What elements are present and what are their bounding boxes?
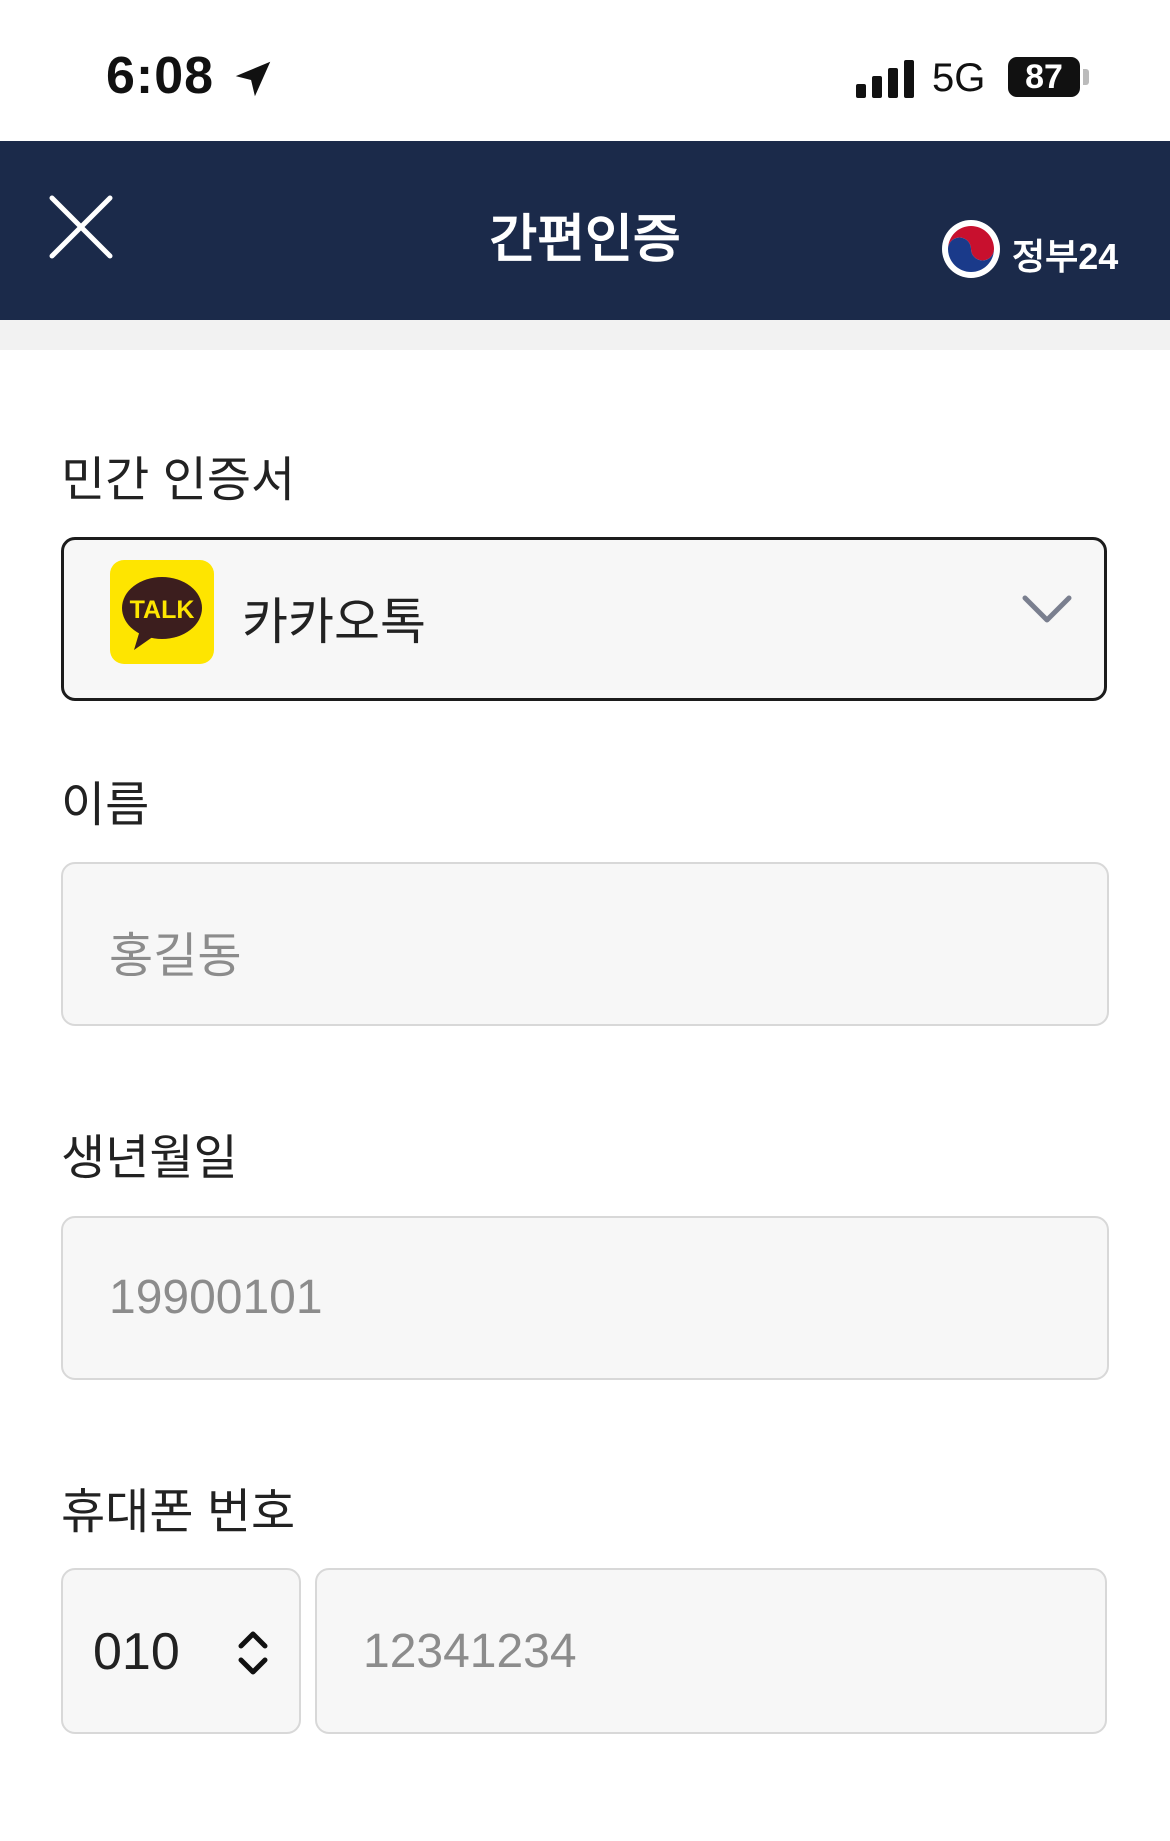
name-placeholder: 홍길동 [109,930,242,983]
phone-prefix-select[interactable]: 010 [61,1568,301,1734]
taegeuk-emblem-icon [942,220,1000,278]
phone-label: 휴대폰 번호 [61,1486,296,1539]
private-cert-label: 민간 인증서 [61,454,296,507]
gov24-logo: 정부24 [940,218,1120,282]
signal-icon [856,60,914,98]
battery-icon: 87 [1008,57,1090,97]
status-bar: 6:08 5G 87 [0,0,1170,141]
gov24-logo-text: 정부24 [1012,236,1119,277]
phone-number-input[interactable]: 12341234 [315,1568,1107,1734]
phone-number-placeholder: 12341234 [363,1625,577,1678]
network-type: 5G [932,56,986,100]
birth-label: 생년월일 [61,1132,238,1185]
name-input[interactable]: 홍길동 [61,862,1109,1026]
up-down-chevron-icon [238,1631,268,1675]
chevron-down-icon [1022,595,1072,623]
kakaotalk-bubble-icon: TALK [122,577,202,650]
birthdate-placeholder: 19900101 [109,1271,323,1324]
battery-level: 87 [1025,58,1063,96]
status-time: 6:08 [106,47,215,105]
section-divider [0,320,1170,350]
location-arrow-icon [235,61,271,97]
kakaotalk-icon: TALK [110,560,214,664]
private-cert-select[interactable]: TALK 카카오톡 [61,537,1107,701]
phone-prefix-value: 010 [93,1623,180,1681]
name-label: 이름 [61,779,150,832]
private-cert-selected: 카카오톡 [242,594,426,650]
birthdate-input[interactable]: 19900101 [61,1216,1109,1380]
kakaotalk-icon-text: TALK [130,596,195,624]
